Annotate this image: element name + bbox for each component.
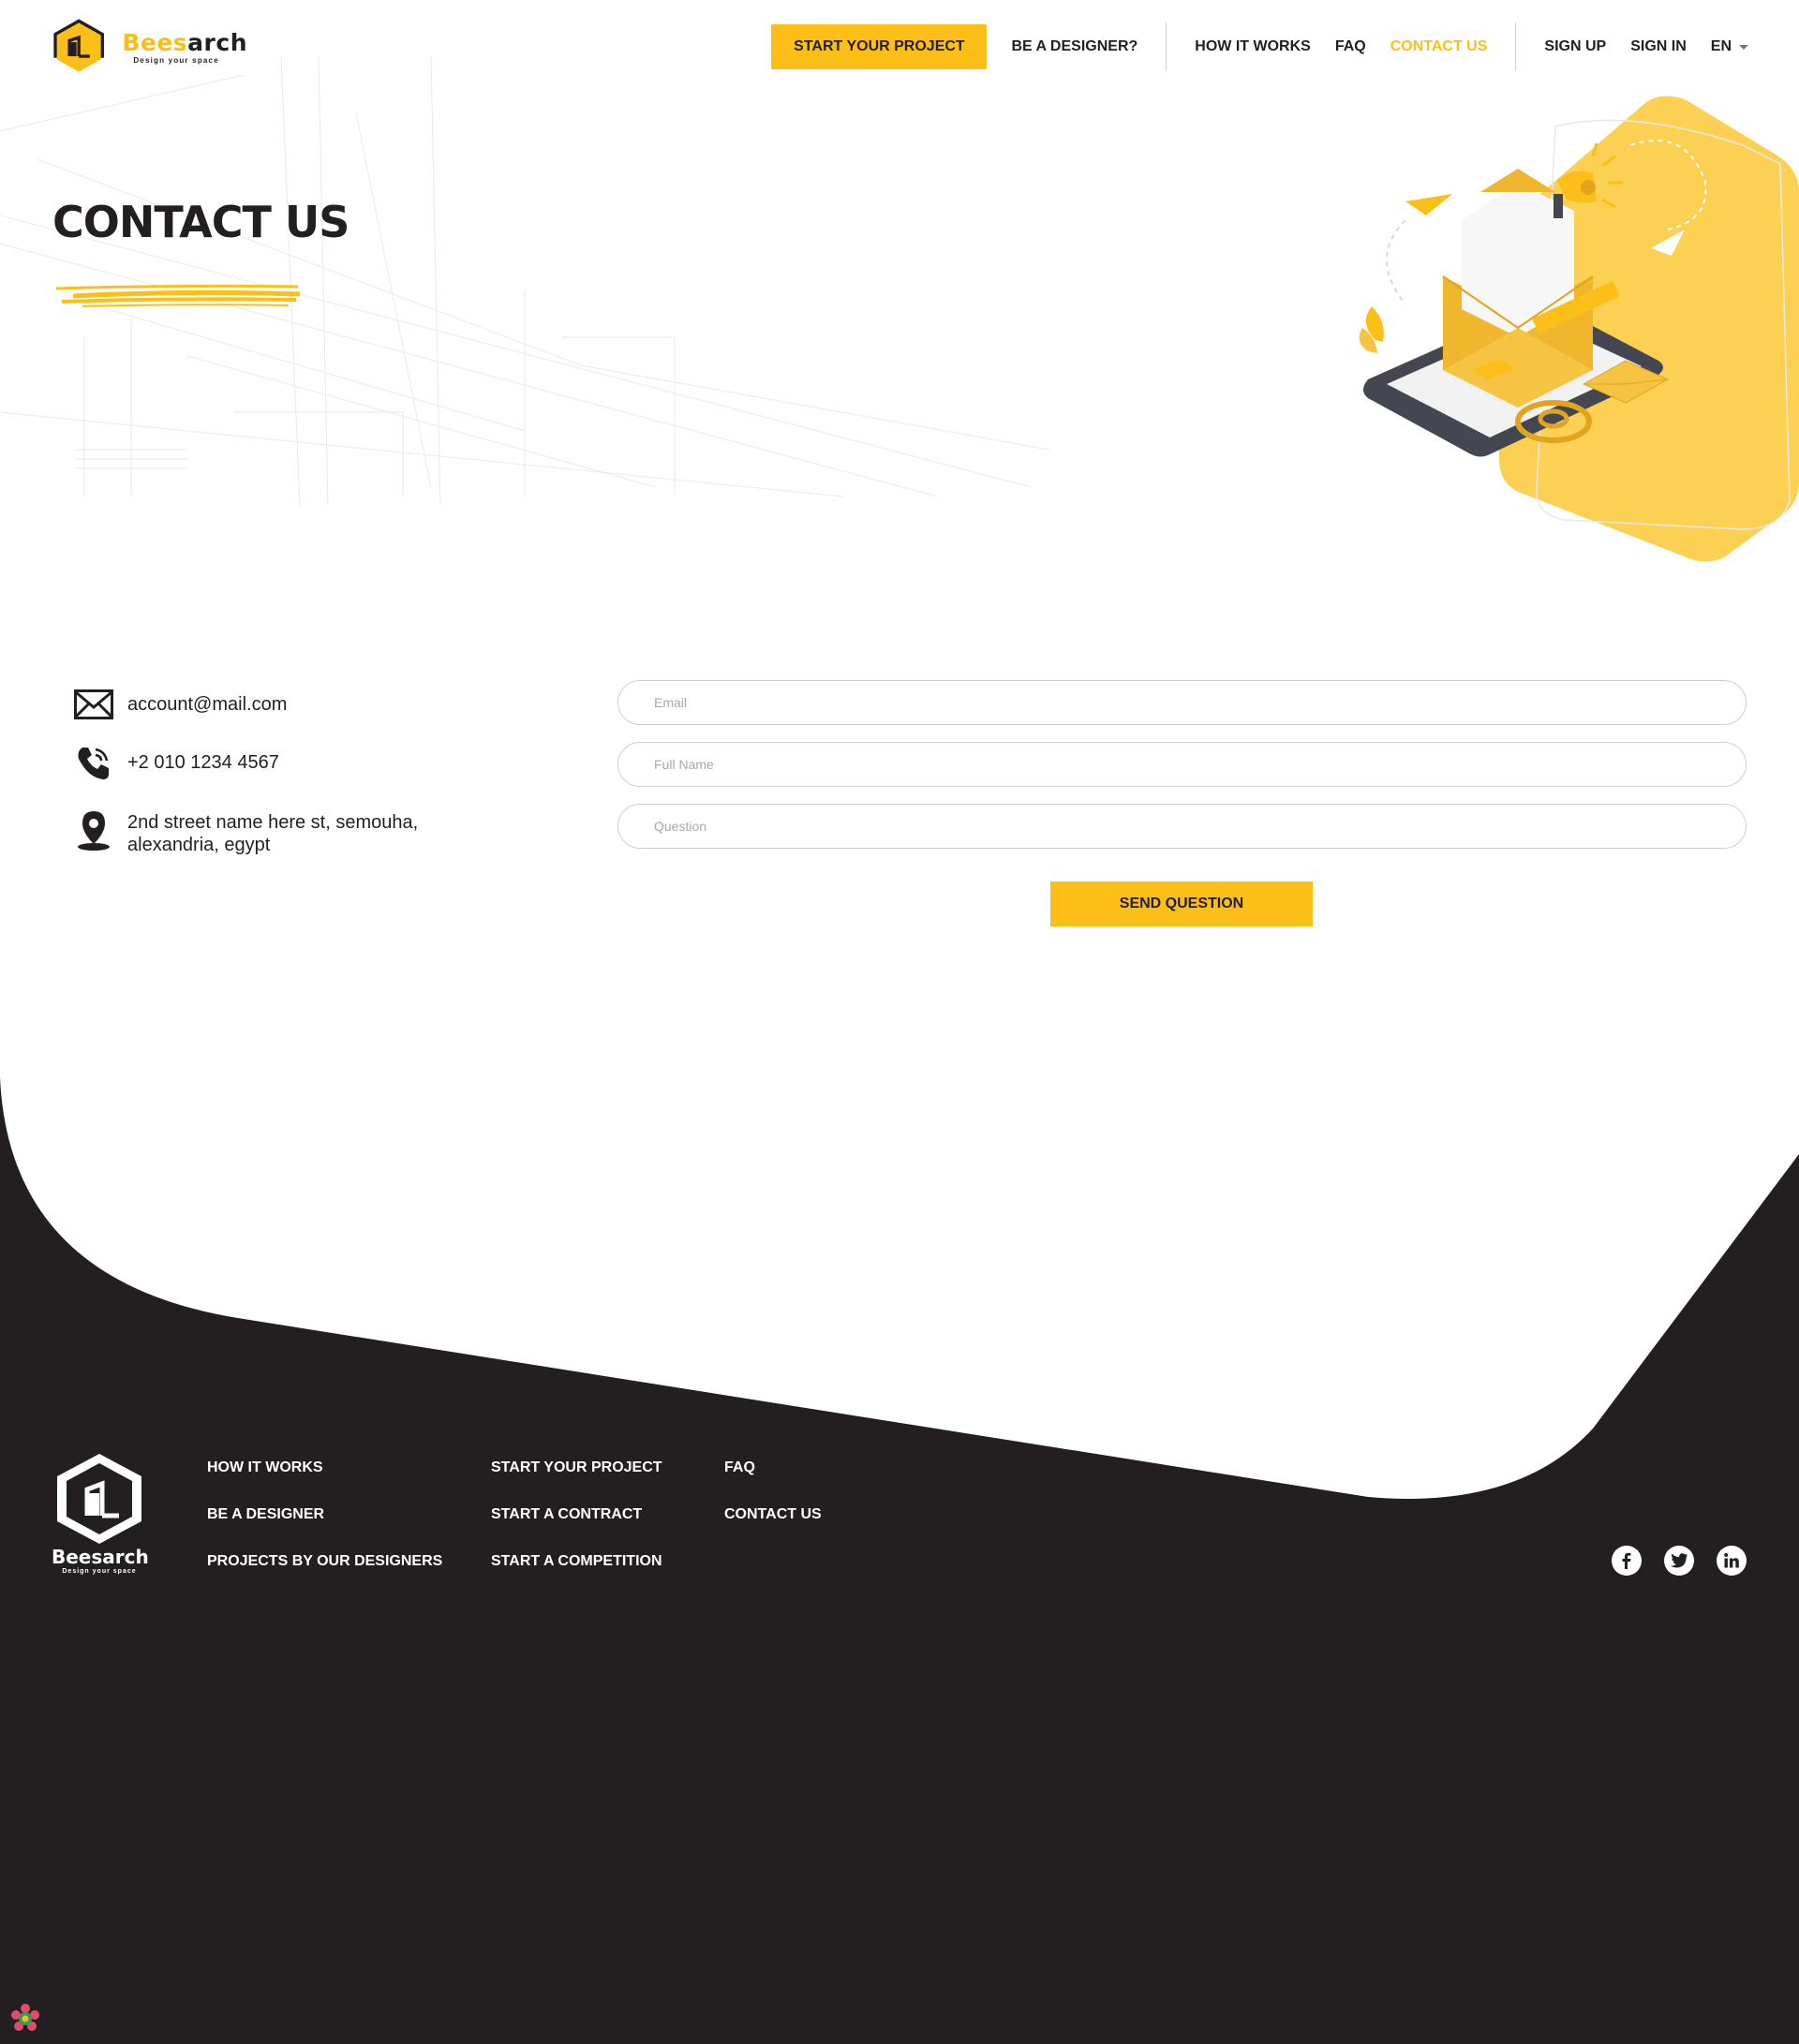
location-pin-icon [73,809,114,851]
footer-link-how-it-works[interactable]: HOW IT WORKS [207,1459,323,1476]
footer-hexagon-logo-icon [57,1454,141,1544]
contact-phone: +2 010 1234 4567 [127,752,279,773]
language-label: EN [1710,38,1732,54]
footer-link-start-competition[interactable]: START A COMPETITION [491,1553,662,1570]
email-field[interactable] [617,680,1747,725]
contact-email: account@mail.com [127,694,288,715]
footer-brand-name: Beesarch [52,1546,149,1568]
logo-name-part2: arch [187,28,247,56]
site-header: Beesarch Design your space START YOUR PR… [0,0,1799,94]
main-nav: START YOUR PROJECT BE A DESIGNER? HOW IT… [771,22,1748,71]
nav-faq[interactable]: FAQ [1335,38,1366,55]
floating-widget-icon[interactable] [7,2001,43,2037]
envelope-icon [73,684,114,725]
footer-link-start-contract[interactable]: START A CONTRACT [491,1506,642,1523]
nav-sign-in[interactable]: SIGN IN [1630,38,1687,55]
phone-icon [73,742,114,783]
contact-address-row: 2nd street name here st, semouha, alexan… [73,809,418,856]
footer-link-projects[interactable]: PROJECTS BY OUR DESIGNERS [207,1553,442,1570]
logo-tagline: Design your space [133,55,219,65]
nav-divider [1515,22,1517,71]
question-field[interactable] [617,804,1747,849]
contact-email-row: account@mail.com [73,684,287,725]
footer-link-be-a-designer[interactable]: BE A DESIGNER [207,1506,324,1523]
footer-logo[interactable]: Beesarch Design your space [52,1450,149,1581]
nav-be-designer[interactable]: BE A DESIGNER? [1011,38,1137,55]
contact-email-illustration [1359,96,1799,562]
caret-down-icon [1739,44,1748,50]
language-selector[interactable]: EN [1711,38,1748,55]
nav-how-it-works[interactable]: HOW IT WORKS [1195,38,1311,55]
footer-link-faq[interactable]: FAQ [724,1459,755,1476]
twitter-icon[interactable] [1664,1546,1694,1576]
linkedin-icon[interactable] [1717,1546,1747,1576]
send-question-button[interactable]: SEND QUESTION [1050,881,1313,926]
contact-address-line2: alexandria, egypt [127,835,271,855]
hexagon-logo-icon [53,19,104,72]
full-name-field[interactable] [617,742,1747,787]
nav-divider [1166,22,1167,71]
brush-stroke-underline [55,284,301,307]
brand-logo[interactable]: Beesarch Design your space [51,13,247,81]
contact-address-line1: 2nd street name here st, semouha, [127,812,419,833]
nav-contact-us[interactable]: CONTACT US [1390,38,1488,55]
start-project-button[interactable]: START YOUR PROJECT [771,24,988,69]
nav-sign-up[interactable]: SIGN UP [1544,38,1606,55]
facebook-icon[interactable] [1612,1546,1642,1576]
footer-link-contact-us[interactable]: CONTACT US [724,1506,822,1523]
page-title: CONTACT US [52,197,349,247]
logo-name-part1: Bees [122,28,188,56]
contact-phone-row: +2 010 1234 4567 [73,742,279,783]
footer-tagline: Design your space [62,1568,137,1575]
footer-link-start-project[interactable]: START YOUR PROJECT [491,1459,662,1476]
